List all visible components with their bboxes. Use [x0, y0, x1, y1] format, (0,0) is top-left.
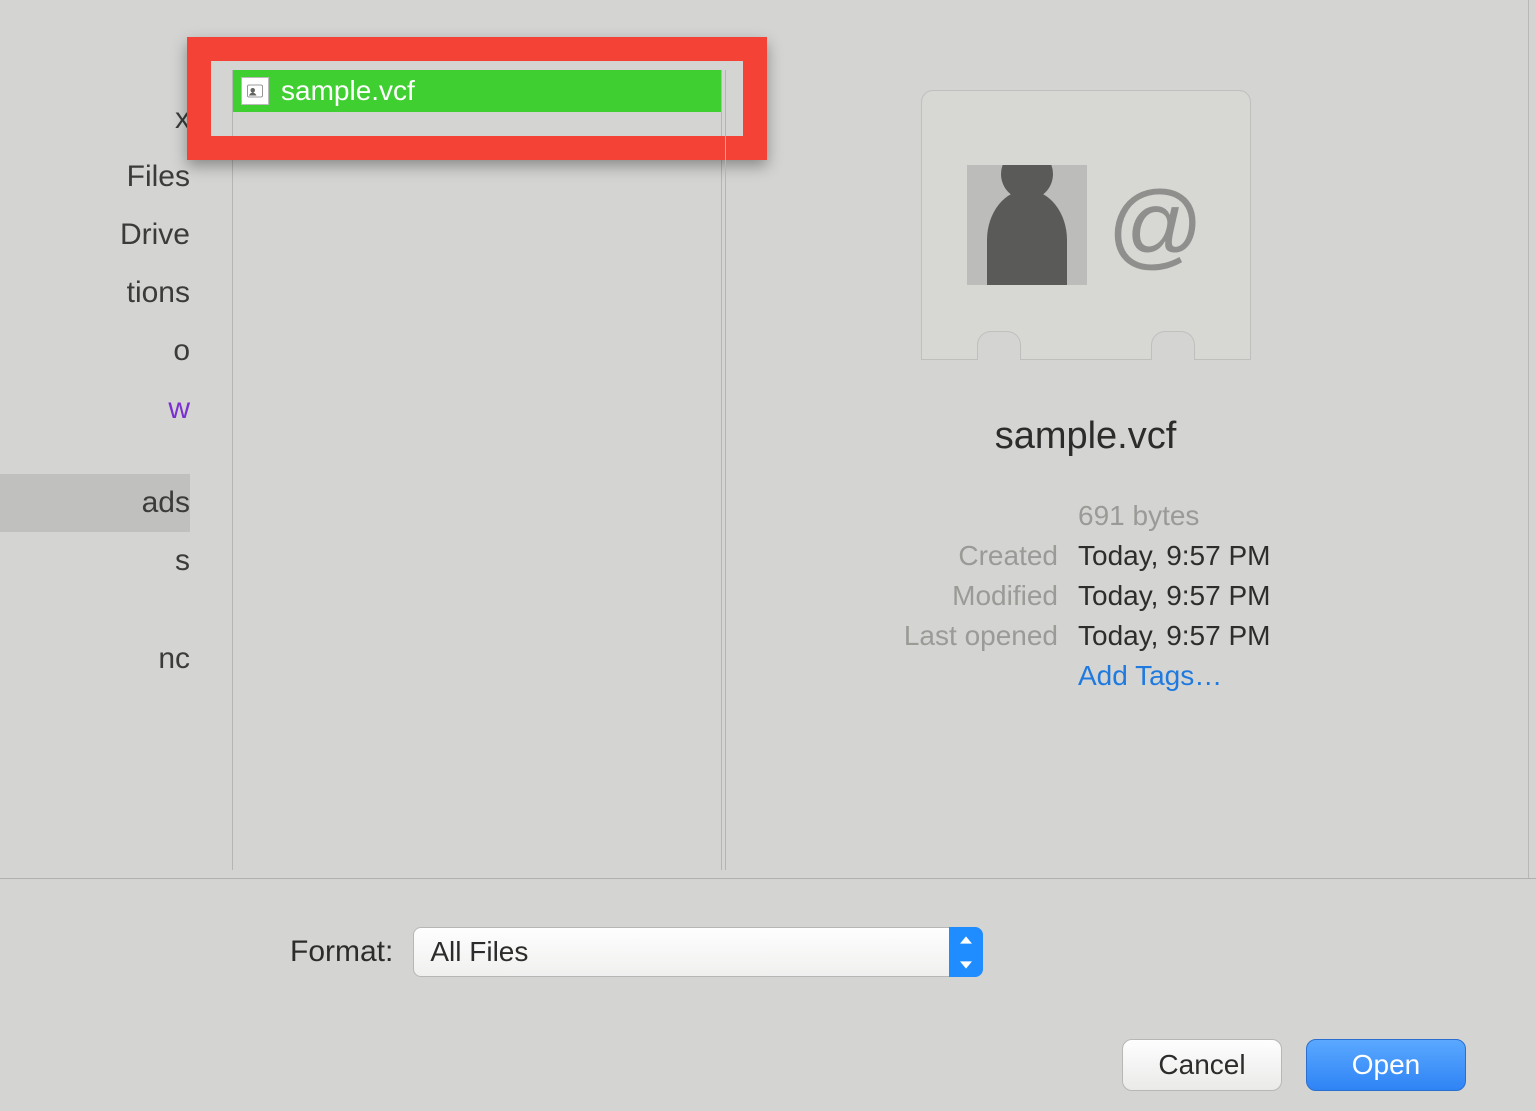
person-silhouette-icon: [967, 165, 1087, 285]
modified-value: Today, 9:57 PM: [1078, 580, 1308, 612]
format-label: Format:: [290, 935, 393, 969]
cancel-button[interactable]: Cancel: [1122, 1039, 1282, 1091]
lastopened-label: Last opened: [863, 620, 1058, 652]
right-edge-divider: [1528, 0, 1536, 878]
file-size: 691 bytes: [1078, 500, 1308, 532]
open-dialog: x Files Drive tions o w ads s nc sample.…: [0, 0, 1536, 1111]
open-button[interactable]: Open: [1306, 1039, 1466, 1091]
format-select[interactable]: All Files: [413, 927, 983, 977]
sidebar-item-7[interactable]: s: [0, 532, 190, 590]
sidebar-item-3[interactable]: tions: [0, 264, 190, 322]
sidebar-item-4[interactable]: o: [0, 322, 190, 380]
sidebar-item-5[interactable]: w: [0, 380, 190, 438]
sidebar: x Files Drive tions o w ads s nc: [0, 90, 190, 688]
preview-panel: @ sample.vcf 691 bytes Created Today, 9:…: [725, 70, 1445, 870]
preview-metadata: 691 bytes Created Today, 9:57 PM Modifie…: [863, 500, 1308, 692]
annotation-highlight: [187, 37, 767, 160]
sidebar-item-1[interactable]: Files: [0, 148, 190, 206]
sidebar-item-8[interactable]: nc: [0, 630, 190, 688]
file-list-column: sample.vcf: [232, 70, 722, 870]
modified-label: Modified: [863, 580, 1058, 612]
lastopened-value: Today, 9:57 PM: [1078, 620, 1308, 652]
add-tags-link[interactable]: Add Tags…: [1078, 660, 1308, 692]
at-sign-icon: @: [1107, 171, 1203, 280]
created-value: Today, 9:57 PM: [1078, 540, 1308, 572]
preview-filename: sample.vcf: [995, 415, 1177, 458]
dialog-actions: Cancel Open: [1122, 1039, 1466, 1091]
select-stepper-icon[interactable]: [949, 927, 983, 977]
sidebar-item-2[interactable]: Drive: [0, 206, 190, 264]
bottom-bar: Format: All Files Cancel Open: [0, 878, 1536, 1111]
sidebar-item-0[interactable]: x: [0, 90, 190, 148]
created-label: Created: [863, 540, 1058, 572]
sidebar-item-6[interactable]: ads: [0, 474, 190, 532]
format-row: Format: All Files: [290, 927, 983, 977]
format-value: All Files: [430, 936, 528, 968]
vcf-preview-icon: @: [921, 90, 1251, 360]
